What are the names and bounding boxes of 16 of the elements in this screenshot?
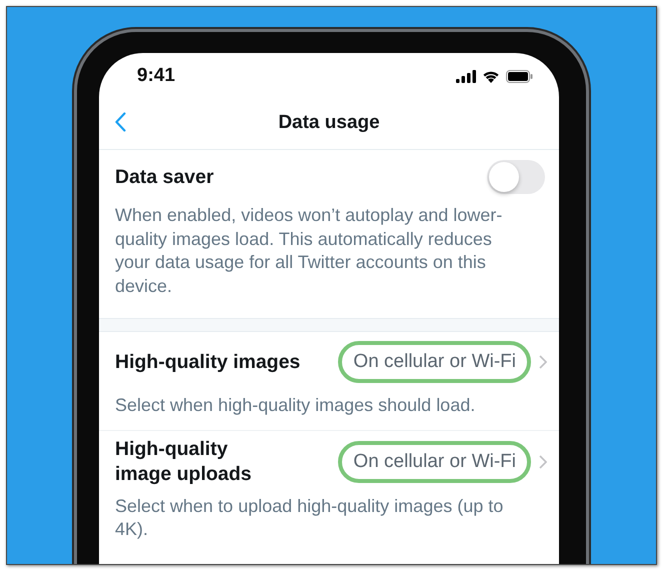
screen-title: Data usage <box>278 112 380 134</box>
setting-value[interactable]: On cellular or Wi-Fi <box>338 341 531 383</box>
setting-label: High-quality image uploads <box>115 436 253 486</box>
battery-icon <box>506 70 533 82</box>
setting-value[interactable]: On cellular or Wi-Fi <box>338 440 531 482</box>
status-time: 9:41 <box>137 65 176 87</box>
setting-description: Select when high-quality images should load. <box>115 394 476 417</box>
setting-label: High-quality images <box>115 350 300 374</box>
toggle-switch[interactable] <box>487 160 545 194</box>
setting-label: Data saver <box>115 166 214 188</box>
wifi-icon <box>482 70 500 82</box>
chevron-icon <box>539 355 547 369</box>
chevron-icon <box>539 454 547 468</box>
setting-description: When enabled, videos won’t autoplay and lower-quality images load. This automatically reduces your data usage for all Twitter accounts on this device. <box>115 204 504 298</box>
signal-icon <box>456 70 476 82</box>
setting-description: Select when to upload high-quality images (up to 4K). <box>115 494 504 541</box>
